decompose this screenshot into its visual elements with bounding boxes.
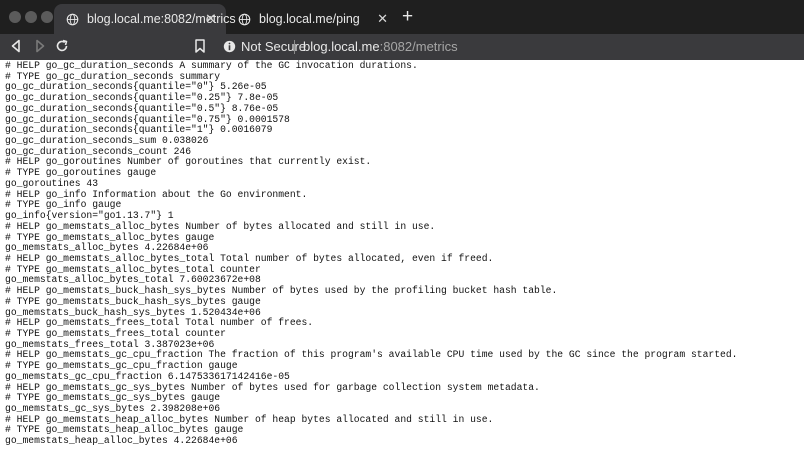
address-bar[interactable]: Not Secure blog.local.me:8082/metrics bbox=[0, 34, 804, 60]
globe-icon bbox=[66, 13, 79, 25]
address-separator bbox=[294, 40, 295, 54]
tab-metrics[interactable]: blog.local.me:8082/metrics ✕ bbox=[54, 4, 236, 34]
security-label[interactable]: Not Secure bbox=[241, 39, 306, 54]
metrics-text: # HELP go_gc_duration_seconds A summary … bbox=[5, 60, 804, 447]
new-tab-button[interactable]: + bbox=[402, 7, 413, 26]
browser-window: blog.local.me:8082/metrics ✕ blog.local.… bbox=[0, 0, 804, 449]
url-host: blog.local.me bbox=[303, 39, 380, 54]
metric-line: # HELP go_info Information about the Go … bbox=[5, 188, 308, 200]
metric-line: go_memstats_heap_alloc_bytes 4.22684e+06 bbox=[5, 435, 238, 447]
metric-line: go_memstats_gc_cpu_fraction 6.1475336171… bbox=[5, 370, 290, 382]
url-path: :8082/metrics bbox=[379, 39, 458, 54]
tab-ping[interactable]: blog.local.me/ping ✕ bbox=[226, 4, 398, 34]
toolbar: Not Secure blog.local.me:8082/metrics bbox=[0, 34, 804, 60]
metric-line: go_gc_duration_seconds{quantile="0.5"} 8… bbox=[5, 102, 279, 114]
url-text[interactable]: blog.local.me:8082/metrics bbox=[303, 39, 458, 54]
metric-line: # TYPE go_memstats_buck_hash_sys_bytes g… bbox=[5, 295, 261, 307]
tab-close-icon[interactable]: ✕ bbox=[377, 12, 388, 25]
window-maximize-button[interactable] bbox=[41, 11, 53, 23]
window-minimize-button[interactable] bbox=[25, 11, 37, 23]
tab-close-icon[interactable]: ✕ bbox=[205, 12, 216, 25]
metric-line: # HELP go_memstats_alloc_bytes Number of… bbox=[5, 220, 436, 232]
tab-title: blog.local.me/ping bbox=[259, 12, 360, 26]
metric-line: # TYPE go_goroutines gauge bbox=[5, 167, 157, 179]
globe-icon bbox=[238, 13, 251, 25]
info-icon[interactable] bbox=[223, 40, 236, 53]
tab-strip: blog.local.me:8082/metrics ✕ blog.local.… bbox=[0, 0, 804, 34]
page-content: # HELP go_gc_duration_seconds A summary … bbox=[0, 60, 804, 449]
window-close-button[interactable] bbox=[9, 11, 21, 23]
